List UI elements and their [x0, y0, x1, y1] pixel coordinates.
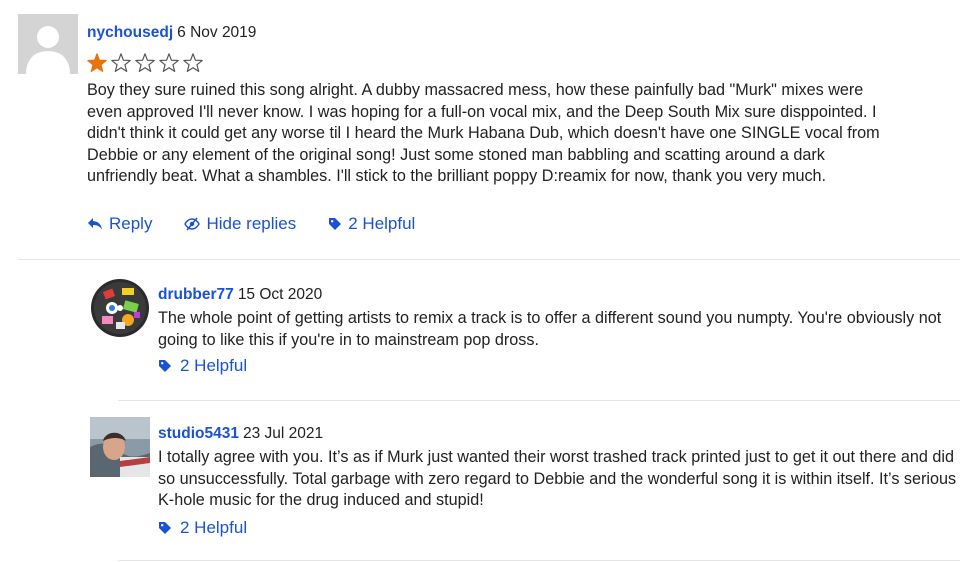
reply-avatar[interactable]	[90, 417, 150, 477]
tag-icon	[159, 360, 171, 372]
hide-replies-button[interactable]: Hide replies	[184, 214, 296, 234]
helpful-label: 2 Helpful	[348, 214, 416, 233]
avatar[interactable]	[18, 14, 78, 74]
star-empty-icon	[111, 53, 131, 73]
helpful-button[interactable]: 2 Helpful	[158, 518, 247, 538]
helpful-button[interactable]: 2 Helpful	[158, 356, 247, 376]
helpful-label: 2 Helpful	[180, 356, 248, 375]
reply-text: I totally agree with you. It’s as if Mur…	[158, 448, 957, 510]
hide-replies-label: Hide replies	[206, 214, 297, 233]
reply-username[interactable]: studio5431	[158, 425, 239, 442]
reply-avatar[interactable]	[90, 278, 150, 338]
reply-header: drubber77 15 Oct 2020	[158, 286, 322, 304]
reply-header: studio5431 23 Jul 2021	[158, 425, 323, 443]
reply-button[interactable]: Reply	[87, 214, 152, 234]
divider	[118, 560, 960, 561]
reply-label: Reply	[109, 214, 153, 233]
review-header: nychousedj 6 Nov 2019	[87, 24, 256, 42]
helpful-button[interactable]: 2 Helpful	[328, 214, 415, 234]
tag-icon	[329, 218, 342, 230]
reply-date: 15 Oct 2020	[237, 286, 323, 303]
review-date: 6 Nov 2019	[177, 24, 257, 41]
divider	[118, 400, 960, 401]
helpful-label: 2 Helpful	[180, 518, 248, 537]
review-username[interactable]: nychousedj	[87, 24, 173, 41]
reply-date: 23 Jul 2021	[242, 425, 324, 442]
star-empty-icon	[159, 53, 179, 73]
reply-text: The whole point of getting artists to re…	[158, 309, 942, 349]
tag-icon	[159, 522, 171, 534]
default-avatar-icon	[18, 14, 78, 74]
sticker-avatar-icon	[90, 278, 150, 338]
star-empty-icon	[183, 53, 203, 73]
review-actions: Reply Hide replies 2 Helpful	[87, 214, 447, 234]
star-rating	[86, 52, 206, 76]
star-empty-icon	[135, 53, 155, 73]
reply-icon	[88, 218, 102, 230]
star-filled-icon	[87, 53, 107, 73]
eye-slash-icon	[184, 217, 201, 231]
photo-avatar-icon	[90, 417, 150, 477]
reply-username[interactable]: drubber77	[158, 286, 234, 303]
review-text: Boy they sure ruined this song alright. …	[87, 81, 880, 186]
divider	[18, 259, 960, 260]
